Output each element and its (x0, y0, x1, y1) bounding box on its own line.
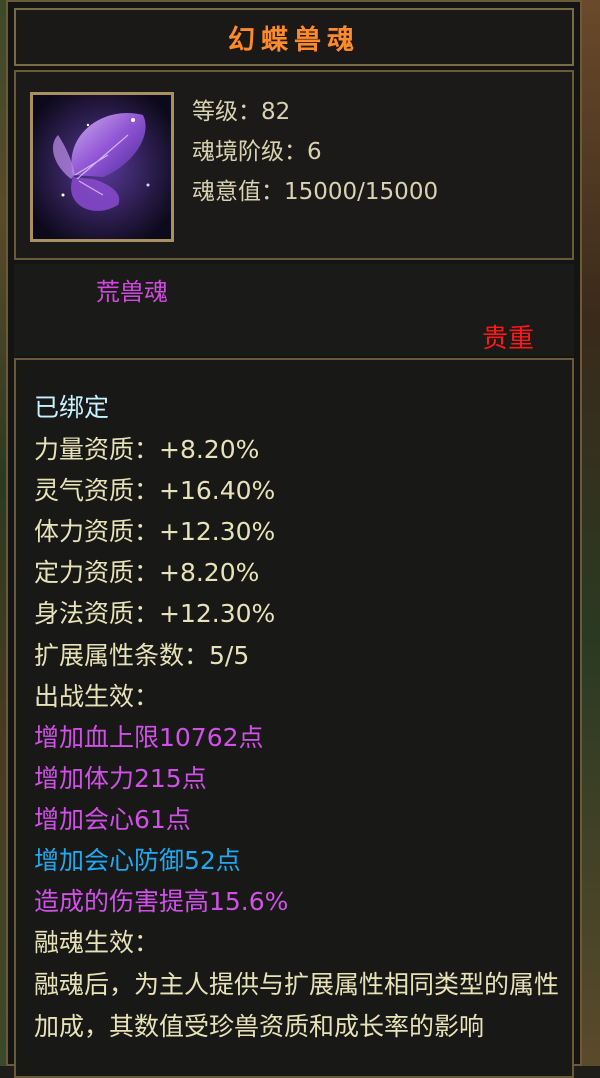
soul-value-stat: 魂意值：15000/15000 (192, 179, 439, 205)
item-info-panel: 等级：82 魂境阶级：6 魂意值：15000/15000 (14, 70, 574, 260)
item-category: 荒兽魂 (96, 278, 168, 306)
battle-effect-hp: 增加血上限10762点 (34, 723, 264, 752)
realm-stat: 魂境阶级：6 (192, 139, 322, 165)
level-stat: 等级：82 (192, 99, 291, 125)
aptitude-strength: 力量资质：+8.20% (34, 435, 260, 464)
battle-effect-header: 出战生效： (34, 682, 160, 711)
item-title: 幻蝶兽魂 (228, 24, 360, 56)
bound-status: 已绑定 (34, 393, 110, 422)
battle-effect-damage: 造成的伤害提高15.6% (34, 887, 289, 916)
aptitude-stamina: 体力资质：+12.30% (34, 517, 276, 546)
extension-count: 扩展属性条数：5/5 (34, 641, 250, 670)
fusion-effect-header: 融魂生效： (34, 928, 160, 957)
aptitude-spirit: 灵气资质：+16.40% (34, 476, 276, 505)
tooltip-title-bar: 幻蝶兽魂 (14, 8, 574, 66)
item-rarity: 贵重 (482, 324, 535, 354)
battle-effect-crit: 增加会心61点 (34, 805, 191, 834)
butterfly-spirit-icon (30, 92, 174, 242)
aptitude-focus: 定力资质：+8.20% (34, 558, 260, 587)
fusion-effect-description: 融魂后，为主人提供与扩展属性相同类型的属性加成，其数值受珍兽资质和成长率的影响 (34, 970, 560, 1041)
item-tooltip: 幻蝶兽魂 等级：82 魂境阶级：6 魂意值：15000/15000 荒兽魂 贵重… (6, 0, 582, 1078)
aptitude-agility: 身法资质：+12.30% (34, 599, 276, 628)
battle-effect-crit-defense: 增加会心防御52点 (34, 846, 241, 875)
item-details-panel: 已绑定 力量资质：+8.20% 灵气资质：+16.40% 体力资质：+12.30… (14, 358, 574, 1078)
battle-effect-stamina: 增加体力215点 (34, 764, 207, 793)
